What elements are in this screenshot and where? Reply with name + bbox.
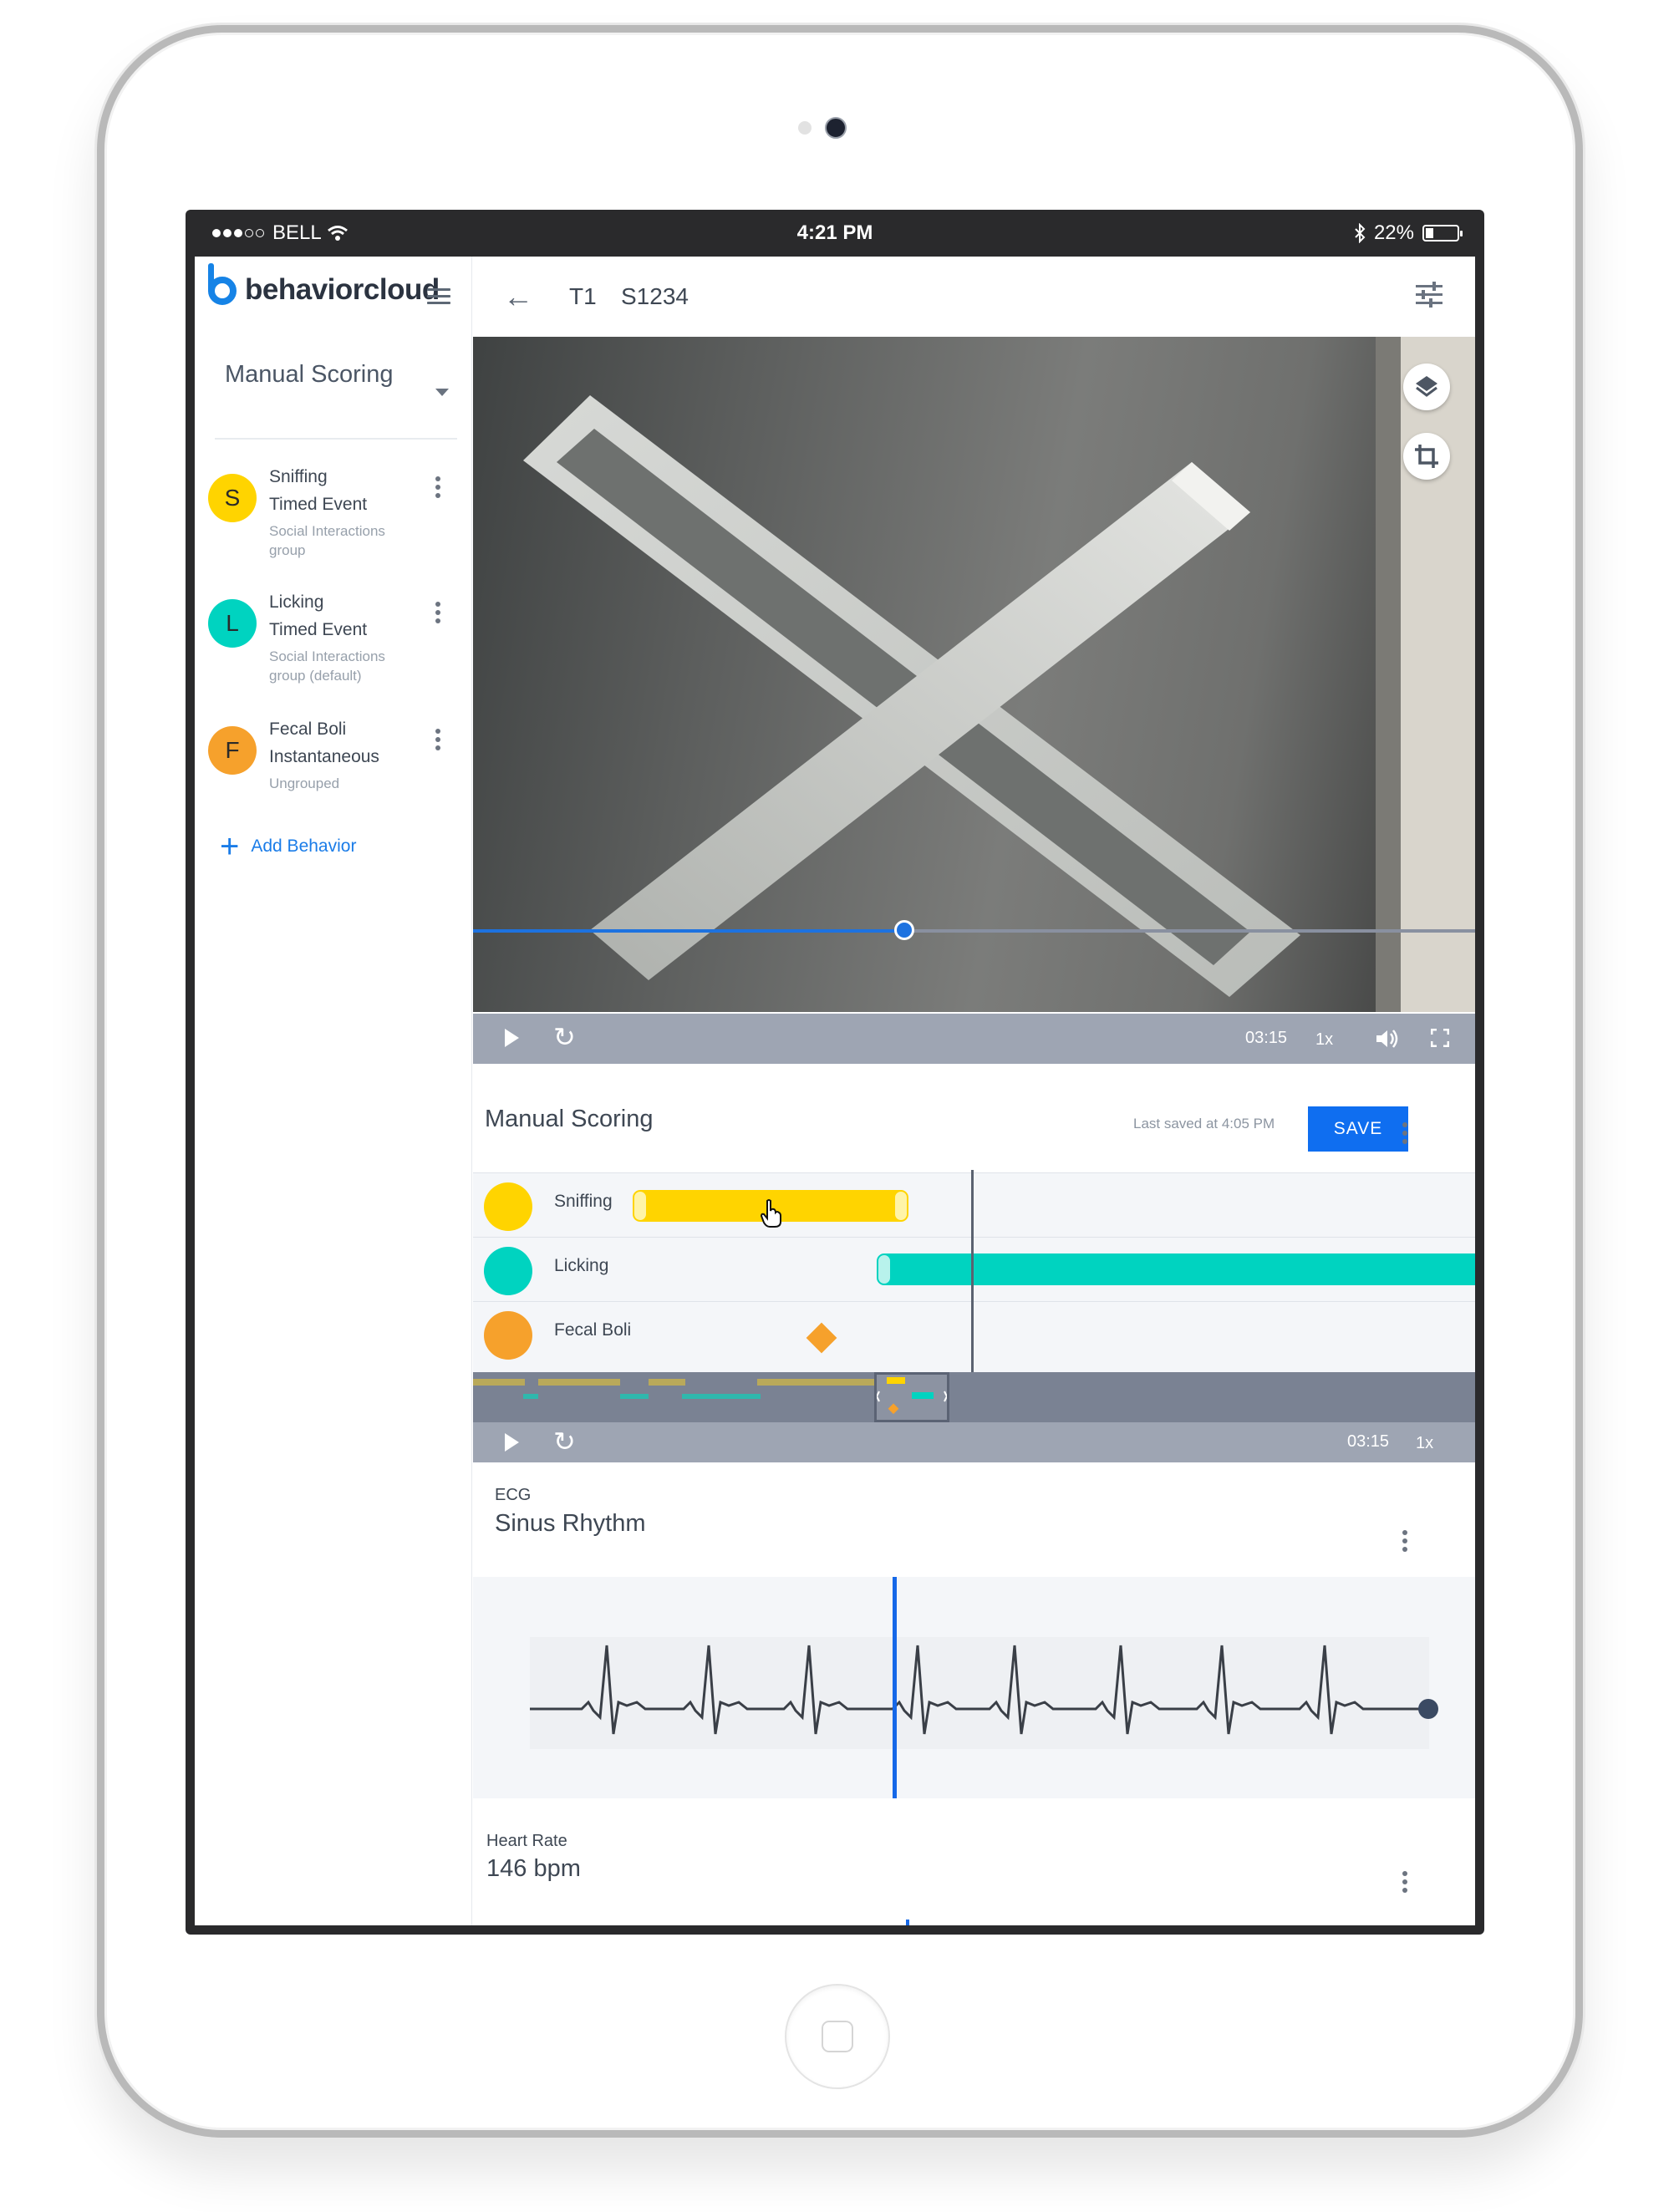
behavior-name: Fecal Boli bbox=[269, 720, 347, 739]
plus-icon: + bbox=[220, 828, 240, 865]
ecg-value: Sinus Rhythm bbox=[495, 1510, 646, 1537]
timeline-row-label: Fecal Boli bbox=[554, 1320, 632, 1340]
behavior-group: Social Interactions group (default) bbox=[269, 648, 385, 684]
ecg-waveform bbox=[530, 1577, 1438, 1798]
resize-handle-left[interactable] bbox=[877, 1253, 892, 1285]
timeline-row-label: Sniffing bbox=[554, 1192, 613, 1211]
home-button[interactable] bbox=[785, 1984, 890, 2089]
divider bbox=[215, 438, 457, 440]
heart-rate-value: 146 bpm bbox=[486, 1855, 581, 1882]
front-camera bbox=[825, 117, 847, 139]
ecg-waveform-panel[interactable] bbox=[473, 1577, 1475, 1798]
app: behaviorcloud Manual Scoring S Sniffing … bbox=[195, 257, 1475, 1925]
timeline-time: 03:15 bbox=[1347, 1432, 1390, 1451]
heart-rate-playhead bbox=[906, 1920, 909, 1925]
avatar: S bbox=[208, 474, 257, 522]
sniffing-event-bar[interactable] bbox=[633, 1190, 908, 1228]
behavior-group: Social Interactions group bbox=[269, 523, 385, 558]
last-saved-status: Last saved at 4:05 PM bbox=[1133, 1116, 1275, 1131]
video-time: 03:15 bbox=[1245, 1029, 1288, 1047]
behavior-dot bbox=[484, 1247, 532, 1295]
trial-id: T1 bbox=[569, 283, 597, 309]
timeline-controls: ↻ 03:15 1x bbox=[473, 1422, 1475, 1462]
add-behavior-button[interactable]: + Add Behavior bbox=[220, 828, 357, 865]
filter-settings-icon[interactable] bbox=[1416, 282, 1442, 308]
more-options-icon[interactable] bbox=[435, 729, 442, 754]
video-scrubber-handle[interactable] bbox=[893, 920, 914, 940]
logo-mark-icon bbox=[205, 263, 243, 310]
behavior-type: Timed Event bbox=[269, 495, 368, 514]
resize-handle-left[interactable] bbox=[633, 1190, 648, 1222]
screen: BELL 4:21 PM 22% behaviorcloud Manual Sc… bbox=[186, 210, 1484, 1935]
replay-icon[interactable]: ↻ bbox=[553, 1428, 576, 1455]
battery-percent: 22% bbox=[1373, 221, 1414, 244]
more-options-icon[interactable] bbox=[435, 602, 442, 627]
timeline-row-fecal-boli[interactable]: Fecal Boli bbox=[473, 1301, 1475, 1373]
more-options-icon[interactable] bbox=[1402, 1122, 1409, 1147]
video-frame[interactable] bbox=[473, 337, 1475, 1012]
play-icon[interactable] bbox=[505, 1029, 519, 1047]
layers-icon[interactable] bbox=[1403, 364, 1450, 410]
video-progress-fill bbox=[473, 929, 904, 933]
more-options-icon[interactable] bbox=[1402, 1530, 1409, 1555]
ecg-label: ECG bbox=[495, 1486, 532, 1504]
hand-cursor-icon bbox=[760, 1199, 781, 1228]
chevron-down-icon[interactable] bbox=[435, 389, 449, 396]
behavior-dot bbox=[484, 1311, 532, 1360]
scoring-title: Manual Scoring bbox=[485, 1106, 654, 1132]
behavior-name: Licking bbox=[269, 592, 324, 612]
video-scene bbox=[523, 337, 1475, 1012]
timeline-overview[interactable] bbox=[473, 1372, 1475, 1422]
behavior-group: Ungrouped bbox=[269, 775, 340, 791]
timeline-playhead[interactable] bbox=[971, 1170, 974, 1372]
timeline-speed[interactable]: 1x bbox=[1416, 1434, 1433, 1453]
sidebar: behaviorcloud Manual Scoring S Sniffing … bbox=[195, 257, 472, 1925]
video-controls: ↻ 03:15 1x bbox=[473, 1014, 1475, 1064]
timeline-row-sniffing[interactable]: Sniffing bbox=[473, 1172, 1475, 1238]
timeline-row-label: Licking bbox=[554, 1256, 609, 1275]
add-behavior-label: Add Behavior bbox=[251, 836, 357, 856]
save-button[interactable]: SAVE bbox=[1308, 1106, 1408, 1152]
top-bar: ← T1 S1234 bbox=[473, 257, 1475, 337]
licking-event-bar[interactable] bbox=[877, 1253, 1475, 1285]
main-panel: ← T1 S1234 ↻ 03:15 1x Manual Scoring Las… bbox=[473, 257, 1475, 1925]
resize-handle-right[interactable] bbox=[893, 1190, 908, 1222]
timeline-viewport-window[interactable] bbox=[874, 1372, 949, 1422]
brand-name: behaviorcloud bbox=[245, 273, 440, 306]
fullscreen-icon[interactable] bbox=[1430, 1028, 1450, 1048]
more-options-icon[interactable] bbox=[1402, 1871, 1409, 1896]
playback-speed[interactable]: 1x bbox=[1315, 1030, 1333, 1050]
heart-rate-label: Heart Rate bbox=[486, 1832, 567, 1850]
volume-icon[interactable] bbox=[1374, 1027, 1399, 1055]
behavior-dot bbox=[484, 1182, 532, 1231]
subject-id: S1234 bbox=[621, 283, 689, 309]
brand-logo[interactable]: behaviorcloud bbox=[205, 263, 440, 310]
more-options-icon[interactable] bbox=[435, 476, 442, 501]
behavior-type: Instantaneous bbox=[269, 747, 379, 766]
battery-icon bbox=[1422, 225, 1463, 242]
replay-icon[interactable]: ↻ bbox=[553, 1024, 576, 1050]
behavior-name: Sniffing bbox=[269, 467, 328, 486]
avatar: F bbox=[208, 726, 257, 775]
bluetooth-icon bbox=[1355, 223, 1366, 243]
status-bar: BELL 4:21 PM 22% bbox=[186, 210, 1484, 257]
clock: 4:21 PM bbox=[796, 221, 873, 244]
back-arrow-icon[interactable]: ← bbox=[503, 282, 533, 312]
play-icon[interactable] bbox=[505, 1433, 519, 1452]
avatar: L bbox=[208, 599, 257, 648]
sidebar-section-title[interactable]: Manual Scoring bbox=[225, 361, 394, 389]
sensor-dot bbox=[798, 121, 812, 135]
behavior-type: Timed Event bbox=[269, 620, 368, 639]
menu-icon[interactable] bbox=[427, 288, 450, 308]
crop-icon[interactable] bbox=[1403, 433, 1450, 480]
